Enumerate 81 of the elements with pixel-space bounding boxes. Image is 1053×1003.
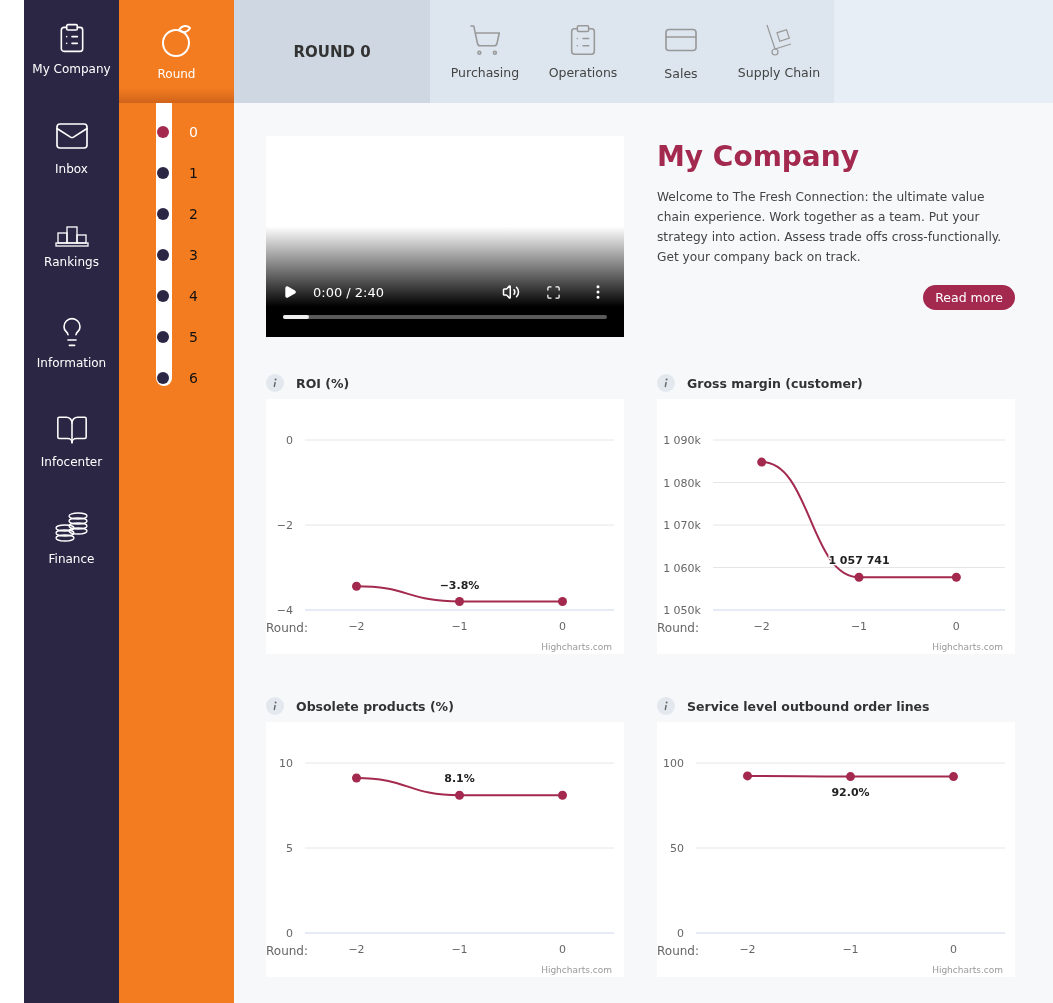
sidebar-item[interactable]: Finance — [24, 490, 119, 588]
data-point — [558, 597, 567, 606]
axis-title: Round: — [657, 944, 699, 958]
axis-label: −2 — [753, 620, 770, 633]
info-icon[interactable] — [266, 697, 284, 715]
intro-text: Welcome to The Fresh Connection: the ultimate value chain experience. Work together as a team. Put your strategy into action. Assess trade offs cross-functionally. Get your company back on track. — [657, 189, 1003, 266]
sidebar-item[interactable]: My Company — [24, 0, 119, 98]
axis-label: −1 — [842, 943, 859, 956]
axis-label: −1 — [451, 620, 468, 633]
axis-label: 0 — [559, 620, 566, 633]
axis-title: Round: — [657, 621, 699, 635]
tab[interactable]: Operations — [534, 0, 632, 103]
tab[interactable]: Sales — [632, 0, 730, 103]
round-number[interactable]: 6 — [189, 369, 198, 386]
info-icon[interactable] — [657, 697, 675, 715]
round-number[interactable]: 3 — [189, 246, 198, 263]
data-point — [757, 457, 767, 467]
axis-label: 10 — [279, 757, 293, 770]
cart-icon — [468, 23, 502, 57]
axis-label: 5 — [286, 842, 293, 855]
axis-label: 1 060k — [663, 561, 701, 575]
data-point — [455, 597, 464, 606]
data-point — [743, 771, 752, 781]
video-time: 0:00 / 2:40 — [313, 284, 385, 300]
data-point — [558, 790, 567, 800]
tab[interactable]: Supply Chain — [730, 0, 828, 103]
chart-title: ROI (%) — [296, 375, 350, 391]
axis-label: 1 050k — [663, 604, 701, 617]
data-point — [846, 772, 855, 782]
data-label: 8.1% — [444, 772, 475, 786]
data-point — [854, 572, 864, 582]
tab[interactable]: Purchasing — [436, 0, 534, 103]
axis-label: −2 — [348, 943, 365, 956]
data-point — [455, 790, 464, 800]
axis-label: 1 090k — [663, 434, 701, 447]
axis-label: 1 080k — [663, 476, 701, 490]
axis-label: 100 — [663, 757, 684, 770]
axis-label: 0 — [950, 943, 957, 956]
round-heading: ROUND 0 — [234, 0, 430, 103]
round-number[interactable]: 1 — [189, 164, 198, 181]
data-point — [352, 581, 361, 591]
axis-label: −4 — [276, 604, 293, 617]
axis-label: −1 — [451, 943, 468, 956]
data-point — [951, 572, 961, 582]
axis-title: Round: — [266, 944, 308, 958]
page-title: My Company — [657, 140, 860, 173]
axis-label: −2 — [348, 620, 365, 633]
axis-title: Round: — [266, 621, 308, 635]
progress-track[interactable] — [283, 315, 607, 319]
round-number[interactable]: 4 — [189, 287, 198, 304]
chart-title: Obsolete products (%) — [296, 698, 454, 714]
read-more-button[interactable]: Read more — [923, 285, 1015, 310]
volume-icon[interactable] — [502, 283, 520, 301]
round-number[interactable]: 2 — [189, 205, 198, 222]
axis-label: 50 — [670, 842, 684, 855]
chart-title: Service level outbound order lines — [687, 698, 930, 714]
axis-label: 0 — [952, 620, 960, 633]
chart-title: Gross margin (customer) — [687, 375, 863, 391]
axis-label: 0 — [286, 434, 293, 447]
data-point — [352, 773, 361, 783]
axis-label: −1 — [850, 620, 868, 633]
video-player[interactable]: 0:00 / 2:40 — [266, 136, 624, 337]
play-icon[interactable] — [283, 285, 297, 299]
data-label: −3.8% — [439, 578, 480, 592]
axis-label: 0 — [677, 927, 684, 940]
axis-label: 0 — [559, 943, 566, 956]
sidebar-item[interactable]: Infocenter — [24, 392, 119, 490]
data-label: 92.0% — [831, 785, 870, 799]
axis-label: −2 — [739, 943, 756, 956]
coins-icon — [53, 512, 90, 544]
fullscreen-icon[interactable] — [546, 284, 561, 300]
axis-label: 1 070k — [663, 519, 701, 532]
sidebar-item[interactable]: Rankings — [24, 196, 119, 294]
info-icon[interactable] — [266, 374, 284, 392]
sidebar-item[interactable]: Information — [24, 294, 119, 392]
sidebar-item[interactable]: Inbox — [24, 98, 119, 196]
info-icon[interactable] — [657, 374, 675, 392]
round-number[interactable]: 5 — [189, 328, 198, 345]
axis-label: −2 — [276, 519, 293, 532]
data-point — [949, 772, 958, 782]
axis-label: 0 — [286, 927, 293, 940]
